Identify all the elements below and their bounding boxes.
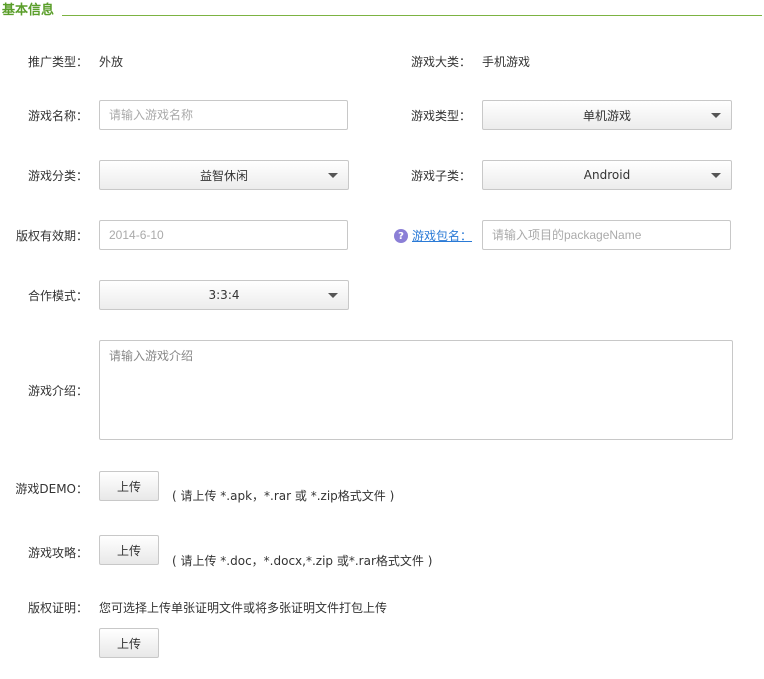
game-category-label: 游戏大类： [410,55,471,69]
game-subclass-select[interactable]: Android [482,160,732,190]
game-category-value: 手机游戏 [482,55,531,69]
guide-label: 游戏攻略： [27,546,88,560]
demo-hint: ( 请上传 *.apk，*.rar 或 *.zip格式文件 ) [172,489,395,503]
game-class-label: 游戏分类： [27,169,88,183]
copyright-proof-label: 版权证明： [27,601,88,615]
game-name-input[interactable] [99,100,348,130]
coop-mode-label: 合作模式： [27,289,88,303]
question-icon[interactable]: ? [394,229,408,243]
game-type-selected: 单机游戏 [582,108,631,123]
chevron-down-icon [328,173,338,178]
coop-mode-selected: 3:3:4 [208,288,240,302]
game-subclass-selected: Android [583,168,631,182]
package-name-input[interactable] [482,220,731,250]
copyright-proof-note: 您可选择上传单张证明文件或将多张证明文件打包上传 [99,601,388,615]
intro-textarea[interactable] [99,340,733,440]
game-type-label: 游戏类型： [410,109,471,123]
copyright-proof-upload-button[interactable]: 上传 [99,628,159,658]
intro-label: 游戏介绍： [27,384,88,398]
guide-upload-button[interactable]: 上传 [99,535,159,565]
section-divider [62,15,762,16]
game-class-selected: 益智休闲 [199,168,248,183]
game-class-select[interactable]: 益智休闲 [99,160,349,190]
game-name-label: 游戏名称： [27,109,88,123]
section-title: 基本信息 [2,3,55,18]
guide-hint: ( 请上传 *.doc，*.docx,*.zip 或*.rar格式文件 ) [172,554,433,568]
promo-type-label: 推广类型： [27,55,88,69]
demo-upload-button[interactable]: 上传 [99,471,159,501]
copyright-expiry-input[interactable] [99,220,348,250]
coop-mode-select[interactable]: 3:3:4 [99,280,349,310]
promo-type-value: 外放 [99,55,124,69]
package-name-label-link[interactable]: 游戏包名： [412,228,472,244]
chevron-down-icon [711,173,721,178]
copyright-expiry-label: 版权有效期： [15,229,88,243]
game-subclass-label: 游戏子类： [410,169,471,183]
game-type-select[interactable]: 单机游戏 [482,100,732,130]
demo-label: 游戏DEMO： [15,482,88,496]
chevron-down-icon [711,113,721,118]
chevron-down-icon [328,293,338,298]
